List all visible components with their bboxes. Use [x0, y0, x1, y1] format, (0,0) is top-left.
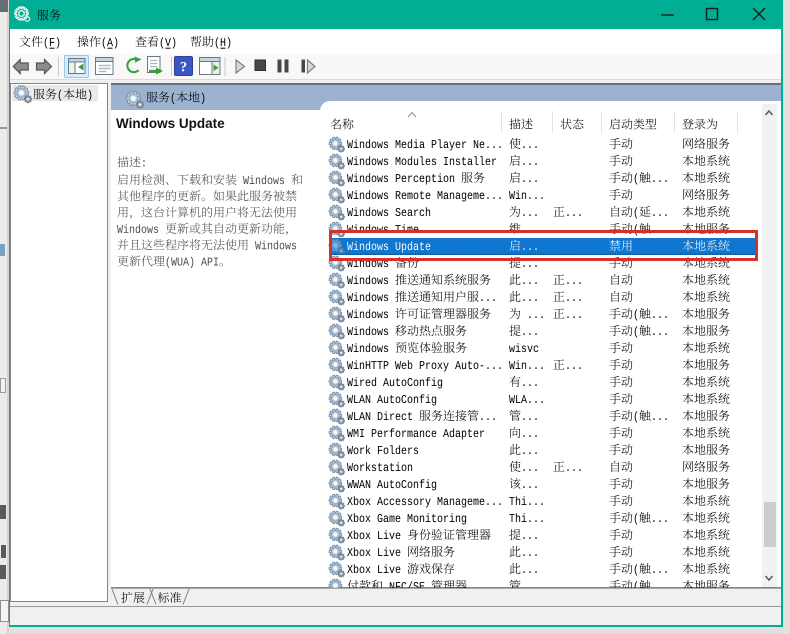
svg-text:?: ? — [180, 60, 187, 76]
